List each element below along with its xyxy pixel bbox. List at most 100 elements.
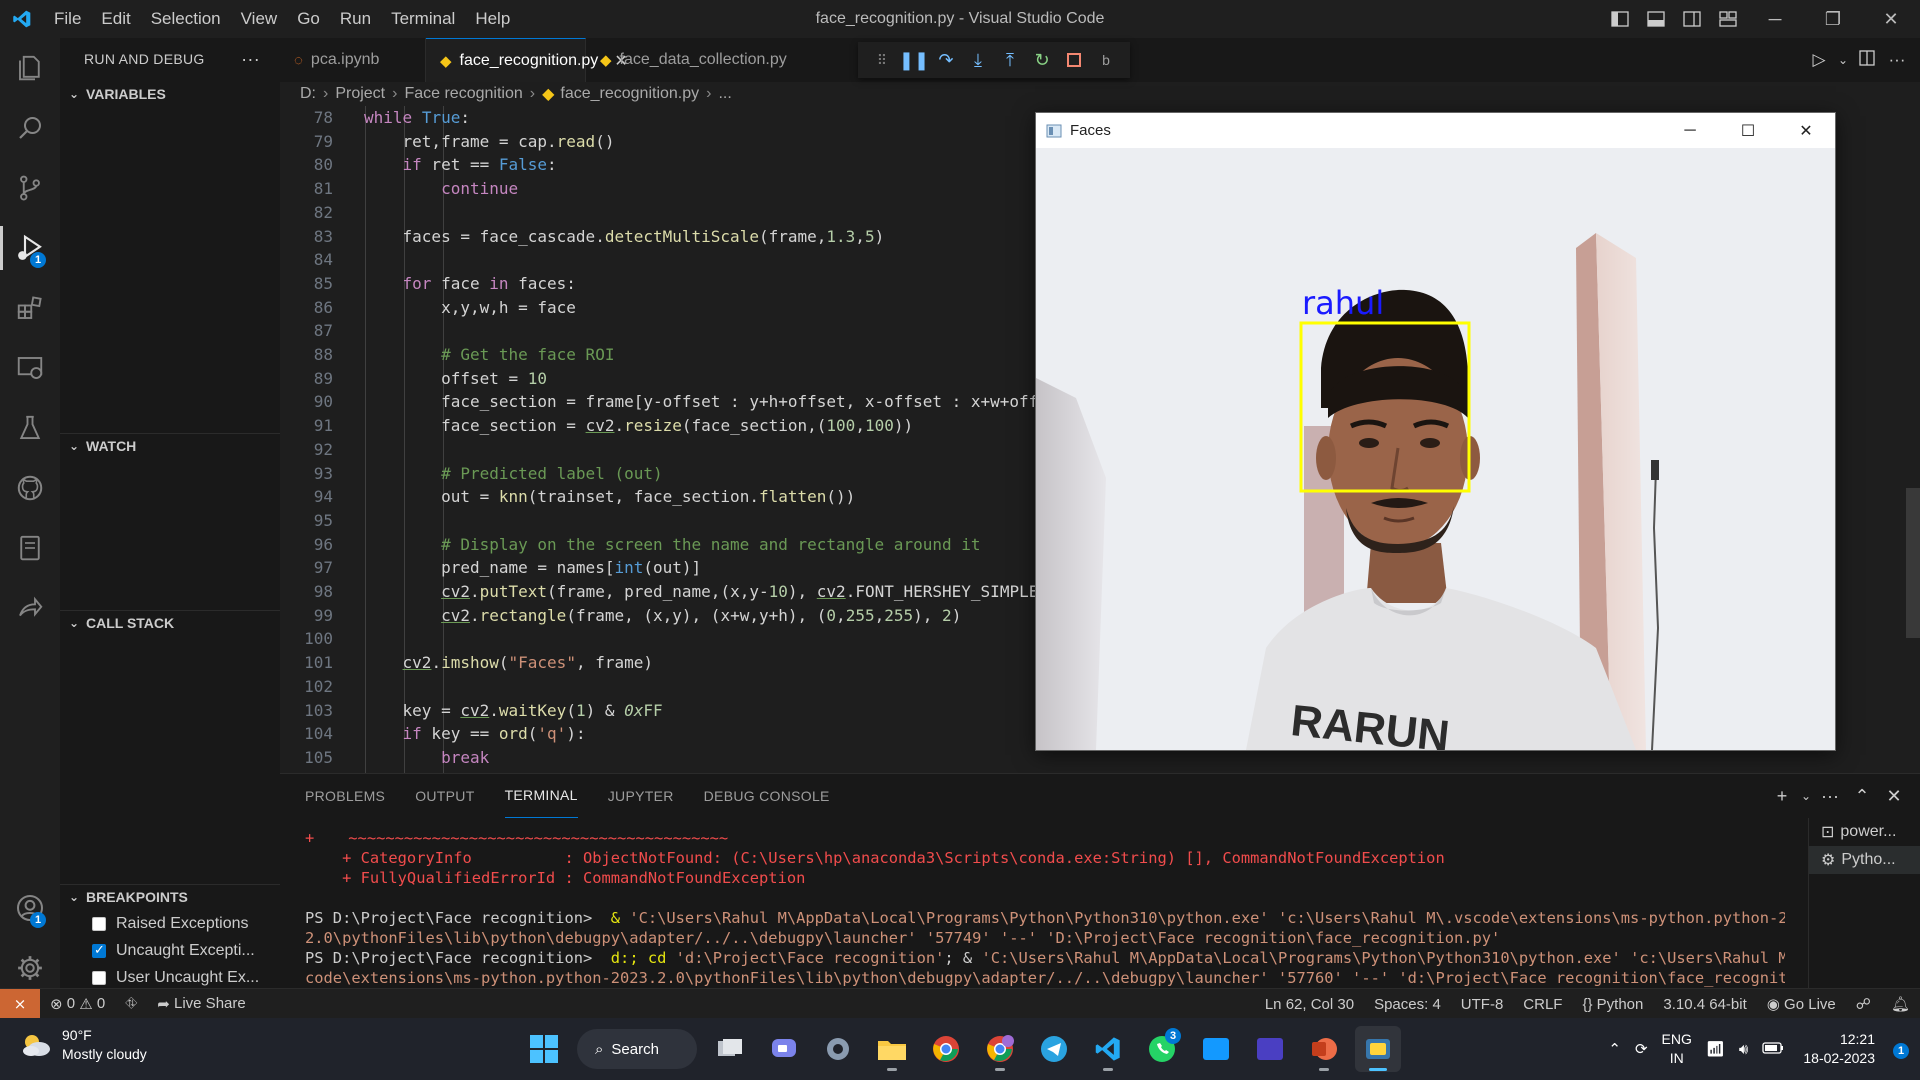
stop-icon[interactable]: [1058, 46, 1090, 74]
tab-debug-console[interactable]: DEBUG CONSOLE: [704, 774, 830, 818]
encoding[interactable]: UTF-8: [1451, 996, 1514, 1013]
testing-icon[interactable]: [0, 398, 60, 458]
breadcrumb-project[interactable]: Project: [335, 85, 385, 103]
source-control-icon[interactable]: [0, 158, 60, 218]
tab-terminal[interactable]: TERMINAL: [504, 774, 578, 818]
settings-gear-icon[interactable]: [815, 1026, 861, 1072]
notification-center-icon[interactable]: 1: [1889, 1040, 1913, 1059]
go-live[interactable]: ◉ Go Live: [1757, 995, 1846, 1014]
restart-icon[interactable]: ↻: [1026, 46, 1058, 74]
menu-help[interactable]: Help: [465, 0, 520, 38]
tab-face-recognition[interactable]: ◆ face_recognition.py ✕: [426, 38, 628, 82]
close-icon[interactable]: ✕: [1777, 113, 1835, 148]
step-out-icon[interactable]: ⤒: [994, 46, 1026, 74]
python-interpreter[interactable]: 3.10.4 64-bit: [1653, 996, 1756, 1013]
run-python-file-icon[interactable]: ▷: [1804, 50, 1834, 70]
indentation[interactable]: Spaces: 4: [1364, 996, 1451, 1013]
breakpoint-uncaught-exceptions[interactable]: Uncaught Excepti...: [92, 938, 255, 964]
breakpoint-raised-exceptions[interactable]: Raised Exceptions: [92, 911, 249, 937]
battery-icon[interactable]: [1762, 1040, 1784, 1059]
debug-launch-icon[interactable]: ⛗: [115, 995, 147, 1012]
checkbox[interactable]: [92, 971, 106, 985]
new-terminal-plus-icon[interactable]: +: [1766, 786, 1798, 807]
call-stack-section-header[interactable]: ⌄ CALL STACK: [60, 610, 280, 634]
whatsapp-icon[interactable]: 3: [1139, 1026, 1185, 1072]
vscode-taskbar-icon[interactable]: [1085, 1026, 1131, 1072]
chevron-up-icon[interactable]: ⌃: [1608, 1040, 1621, 1059]
weather-widget[interactable]: 90°F Mostly cloudy: [20, 1026, 147, 1064]
menu-edit[interactable]: Edit: [91, 0, 140, 38]
chrome-icon[interactable]: [923, 1026, 969, 1072]
faces-window-titlebar[interactable]: Faces ─ ☐ ✕: [1036, 113, 1835, 148]
extensions-icon[interactable]: [0, 278, 60, 338]
restore-icon[interactable]: ❐: [1804, 0, 1862, 38]
maximize-icon[interactable]: ☐: [1719, 113, 1777, 148]
run-debug-icon[interactable]: 1: [0, 218, 60, 278]
prime-video-icon[interactable]: [1193, 1026, 1239, 1072]
sync-icon[interactable]: ⟳: [1635, 1040, 1648, 1059]
checkbox-checked[interactable]: [92, 942, 106, 958]
step-into-icon[interactable]: ⤓: [962, 46, 994, 74]
step-over-icon[interactable]: ↷: [930, 46, 962, 74]
search-icon[interactable]: [0, 98, 60, 158]
editor-scrollbar[interactable]: [1906, 488, 1920, 638]
more-actions-icon[interactable]: ···: [1882, 50, 1912, 70]
toggle-secondary-sidebar-icon[interactable]: [1677, 8, 1707, 30]
wifi-icon[interactable]: 📶︎: [1706, 1040, 1725, 1059]
toggle-panel-icon[interactable]: [1641, 8, 1671, 30]
menu-terminal[interactable]: Terminal: [381, 0, 465, 38]
tab-jupyter[interactable]: JUPYTER: [608, 774, 674, 818]
amazon-music-icon[interactable]: [1247, 1026, 1293, 1072]
breadcrumb-folder[interactable]: Face recognition: [404, 85, 522, 103]
customize-layout-icon[interactable]: [1713, 8, 1743, 30]
drag-handle-icon[interactable]: ⠿: [866, 46, 898, 74]
explorer-icon[interactable]: [0, 38, 60, 98]
start-windows-icon[interactable]: [521, 1026, 567, 1072]
feedback-icon[interactable]: ☍: [1846, 995, 1881, 1013]
split-editor-icon[interactable]: [1852, 49, 1882, 71]
terminal-instance-python[interactable]: ⚙ Pytho...: [1809, 846, 1920, 874]
maximize-panel-chevron-up-icon[interactable]: ⌃: [1846, 786, 1878, 807]
more-actions-icon[interactable]: ···: [241, 49, 260, 70]
remote-explorer-icon[interactable]: [0, 338, 60, 398]
end-of-line[interactable]: CRLF: [1513, 996, 1572, 1013]
breadcrumb-drive[interactable]: D:: [300, 85, 316, 103]
menu-run[interactable]: Run: [330, 0, 381, 38]
menu-go[interactable]: Go: [287, 0, 330, 38]
python-taskbar-icon[interactable]: [1355, 1026, 1401, 1072]
variables-section-header[interactable]: ⌄ VARIABLES: [60, 82, 280, 106]
taskbar-search[interactable]: ⌕ Search: [577, 1029, 697, 1069]
terminal-output[interactable]: + ~~~~~~~~~~~~~~~~~~~~~~~~~~~~~~~~~~~~~~~…: [305, 828, 1785, 988]
run-dropdown-chevron-icon[interactable]: ⌄: [1834, 53, 1852, 67]
live-share-status[interactable]: ➦ Live Share: [147, 995, 255, 1013]
breadcrumb-file[interactable]: face_recognition.py: [560, 85, 699, 103]
jupyter-icon[interactable]: [0, 518, 60, 578]
language-mode[interactable]: {} Python: [1572, 996, 1653, 1013]
more-actions-icon[interactable]: ···: [1814, 786, 1846, 807]
problems-status[interactable]: ⊗ 0 ⚠ 0: [40, 995, 115, 1013]
menu-selection[interactable]: Selection: [141, 0, 231, 38]
toggle-sidebar-icon[interactable]: [1605, 8, 1635, 30]
minimize-icon[interactable]: ─: [1746, 0, 1804, 38]
checkbox[interactable]: [92, 917, 106, 931]
minimize-icon[interactable]: ─: [1661, 113, 1719, 148]
clock[interactable]: 12:21 18-02-2023: [1803, 1030, 1875, 1068]
file-explorer-icon[interactable]: [869, 1026, 915, 1072]
terminal-dropdown-chevron-icon[interactable]: ⌄: [1798, 789, 1814, 803]
pause-icon[interactable]: ❚❚: [898, 46, 930, 74]
close-icon[interactable]: ✕: [1862, 0, 1920, 38]
breakpoints-section-header[interactable]: ⌄ BREAKPOINTS: [60, 884, 280, 908]
watch-section-header[interactable]: ⌄ WATCH: [60, 433, 280, 457]
chrome-profile-icon[interactable]: [977, 1026, 1023, 1072]
tab-pca-ipynb[interactable]: ◌ pca.ipynb: [280, 38, 426, 82]
github-icon[interactable]: [0, 458, 60, 518]
language-indicator[interactable]: ENG IN: [1662, 1030, 1692, 1068]
close-panel-icon[interactable]: ✕: [1878, 786, 1910, 807]
live-share-icon[interactable]: [0, 578, 60, 638]
cursor-position[interactable]: Ln 62, Col 30: [1255, 996, 1364, 1013]
chat-teams-icon[interactable]: [761, 1026, 807, 1072]
breadcrumb-symbol[interactable]: ...: [718, 85, 731, 103]
tab-face-data-collection[interactable]: ◆ face_data_collection.py: [586, 38, 787, 82]
tab-problems[interactable]: PROBLEMS: [305, 774, 385, 818]
terminal-instance-powershell[interactable]: ⊡ power...: [1809, 818, 1920, 846]
